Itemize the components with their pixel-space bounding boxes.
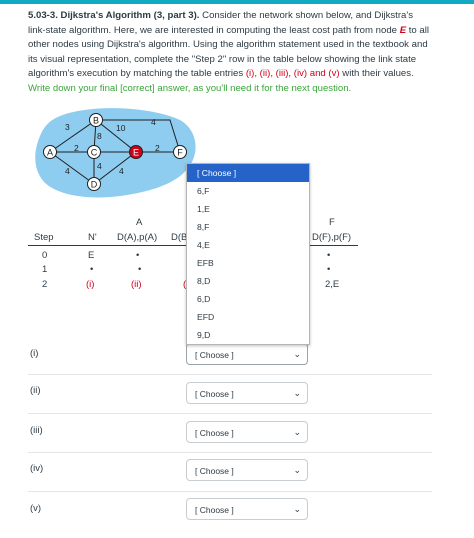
answer-select-iv[interactable]: [ Choose ] ⌄	[186, 459, 308, 481]
network-diagram: 3 10 8 4 2 2 4 4 4 A B C D E F	[35, 108, 196, 198]
row1-n-prime: •	[90, 264, 94, 275]
row0-da: •	[136, 250, 140, 261]
answer-select-v[interactable]: [ Choose ] ⌄	[186, 498, 308, 520]
question-text-part-3: with their values.	[339, 68, 414, 79]
dropdown-option[interactable]: 6,F	[187, 182, 309, 200]
weight-a-d: 4	[65, 166, 70, 176]
answer-select-value: [ Choose ]	[195, 428, 234, 438]
svg-text:A: A	[47, 148, 53, 158]
header-a-top: A	[136, 217, 143, 228]
weight-c-d: 4	[97, 161, 102, 171]
dropdown-option[interactable]: 6,D	[187, 290, 309, 308]
question-note: Write down your final [correct] answer, …	[28, 82, 352, 94]
row1-da: •	[138, 264, 142, 275]
header-da-pa: D(A),p(A)	[117, 232, 158, 243]
answer-divider	[28, 413, 432, 414]
answer-select-value: [ Choose ]	[195, 505, 234, 515]
weight-a-b: 3	[65, 122, 70, 132]
weight-a-c: 2	[74, 143, 79, 153]
dropdown-option[interactable]: 8,F	[187, 218, 309, 236]
node-c: C	[87, 145, 101, 159]
row2-da-entry-ii: (ii)	[131, 279, 142, 290]
answer-select-value: [ Choose ]	[195, 389, 234, 399]
node-d: D	[87, 177, 101, 191]
answer-label-v: (v)	[30, 503, 42, 514]
header-n-prime: N'	[88, 232, 97, 243]
svg-text:E: E	[133, 148, 139, 158]
top-accent-bar	[0, 0, 474, 4]
dropdown-option[interactable]: [ Choose ]	[187, 164, 309, 182]
node-b: B	[89, 113, 103, 127]
chevron-down-icon: ⌄	[293, 349, 301, 359]
svg-text:B: B	[93, 116, 99, 126]
svg-text:C: C	[91, 148, 98, 158]
answer-select-value: [ Choose ]	[195, 466, 234, 476]
header-step: Step	[34, 232, 54, 243]
chevron-down-icon: ⌄	[293, 465, 301, 475]
answer-select-iii[interactable]: [ Choose ] ⌄	[186, 421, 308, 443]
row1-df: •	[327, 264, 331, 275]
row2-step: 2	[42, 279, 48, 290]
weight-d-e: 4	[119, 166, 124, 176]
row1-step: 1	[42, 264, 48, 275]
row0-df: •	[327, 250, 331, 261]
dropdown-option[interactable]: 1,E	[187, 200, 309, 218]
chevron-down-icon: ⌄	[293, 504, 301, 514]
dropdown-options-list: [ Choose ] 6,F 1,E 8,F 4,E EFB 8,D 6,D E…	[186, 163, 310, 345]
answer-label-i: (i)	[30, 348, 39, 359]
chevron-down-icon: ⌄	[293, 388, 301, 398]
network-cloud	[35, 108, 196, 198]
entries-reference: (i), (ii), (iii), (iv) and (v)	[245, 68, 340, 79]
dropdown-option[interactable]: EFB	[187, 254, 309, 272]
weight-e-f: 2	[155, 143, 160, 153]
answer-select-value: [ Choose ]	[195, 350, 234, 360]
answer-label-ii: (ii)	[30, 385, 41, 396]
dropdown-option[interactable]: EFD	[187, 308, 309, 326]
question-title: 5.03-3. Dijkstra's Algorithm (3, part 3)…	[28, 10, 200, 21]
header-f-top: F	[329, 217, 335, 228]
question-text: 5.03-3. Dijkstra's Algorithm (3, part 3)…	[28, 9, 432, 96]
answer-divider	[28, 374, 432, 375]
svg-text:D: D	[91, 180, 98, 190]
dropdown-option[interactable]: 4,E	[187, 236, 309, 254]
weight-b-f: 4	[151, 117, 156, 127]
node-e-source: E	[129, 145, 143, 159]
row2-n-prime-entry-i: (i)	[86, 279, 95, 290]
node-a: A	[43, 145, 57, 159]
answer-divider	[28, 452, 432, 453]
answer-select-ii[interactable]: [ Choose ] ⌄	[186, 382, 308, 404]
header-db-partial: D(B	[171, 232, 188, 243]
answer-label-iv: (iv)	[30, 463, 44, 474]
dropdown-option[interactable]: 8,D	[187, 272, 309, 290]
answer-label-iii: (iii)	[30, 425, 43, 436]
row0-n-prime: E	[88, 250, 95, 261]
weight-b-e: 10	[116, 123, 126, 133]
node-f: F	[173, 145, 187, 159]
chevron-down-icon: ⌄	[293, 427, 301, 437]
row2-df: 2,E	[325, 279, 340, 290]
header-df-pf: D(F),p(F)	[312, 232, 352, 243]
svg-text:F: F	[177, 148, 183, 158]
answer-divider	[28, 491, 432, 492]
row0-step: 0	[42, 250, 48, 261]
dropdown-option[interactable]: 9,D	[187, 326, 309, 344]
weight-b-c: 8	[97, 131, 102, 141]
answer-select-i[interactable]: [ Choose ] ⌄	[186, 343, 308, 365]
